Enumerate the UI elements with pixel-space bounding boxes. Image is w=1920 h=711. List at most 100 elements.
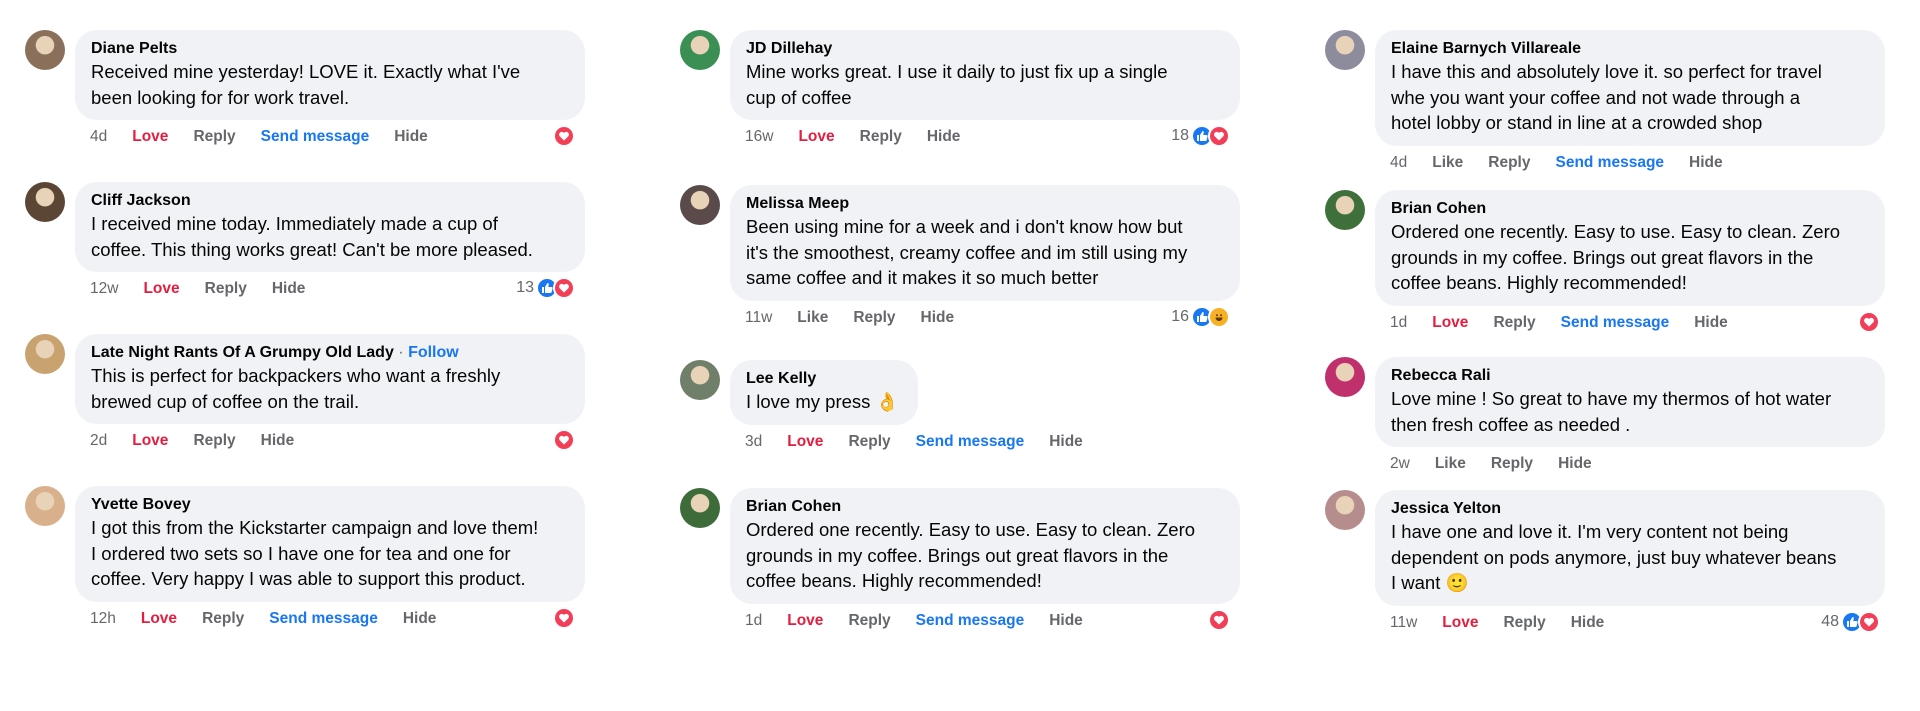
comment-timestamp[interactable]: 1d [745,612,762,630]
avatar[interactable] [680,185,720,225]
send-message-button[interactable]: Send message [269,610,378,628]
avatar[interactable] [25,182,65,222]
reply-button[interactable]: Reply [848,612,890,630]
hide-button[interactable]: Hide [1571,614,1605,632]
comment-text-line: grounds in my coffee. Brings out great f… [1391,246,1814,268]
love-reaction-button[interactable]: Love [798,128,834,146]
reply-button[interactable]: Reply [848,433,890,451]
send-message-button[interactable]: Send message [1555,154,1664,172]
comment-timestamp[interactable]: 11w [1390,614,1417,632]
author-name-link[interactable]: Elaine Barnych Villareale [1391,40,1581,57]
reaction-summary[interactable]: 18 [1171,125,1230,147]
reply-button[interactable]: Reply [1503,614,1545,632]
send-message-button[interactable]: Send message [1561,314,1670,332]
author-name-link[interactable]: Late Night Rants Of A Grumpy Old Lady [91,344,394,361]
author-name-link[interactable]: Melissa Meep [746,195,849,212]
author-name-link[interactable]: Rebecca Rali [1391,367,1491,384]
reply-button[interactable]: Reply [1493,314,1535,332]
send-message-button[interactable]: Send message [261,128,370,146]
author-name-link[interactable]: Lee Kelly [746,370,816,387]
send-message-button[interactable]: Send message [916,433,1025,451]
comment-text-line: brewed cup of coffee on the trail. [91,390,360,412]
hide-button[interactable]: Hide [927,128,961,146]
comment-timestamp[interactable]: 2d [90,432,107,450]
hide-button[interactable]: Hide [272,280,306,298]
comment-text-line: I received mine today. Immediately made … [91,213,498,234]
like-button[interactable]: Like [1435,455,1466,473]
love-reaction-button[interactable]: Love [143,280,179,298]
author-name-link[interactable]: Diane Pelts [91,40,177,57]
reaction-summary[interactable]: 16 [1171,305,1230,328]
reaction-summary[interactable] [553,606,575,629]
reply-button[interactable]: Reply [202,610,244,628]
hide-button[interactable]: Hide [1689,154,1723,172]
comment-timestamp[interactable]: 1d [1390,314,1407,332]
reply-button[interactable]: Reply [853,309,895,327]
avatar[interactable] [25,30,65,70]
like-button[interactable]: Like [1432,154,1463,172]
comment-timestamp[interactable]: 4d [90,128,107,146]
love-reaction-button[interactable]: Love [787,433,823,451]
avatar[interactable] [680,30,720,70]
like-button[interactable]: Like [797,309,828,327]
comment-timestamp[interactable]: 2w [1390,455,1410,473]
comment-author: Lee Kelly [746,369,902,389]
hide-button[interactable]: Hide [403,610,437,628]
love-reaction-button[interactable]: Love [141,610,177,628]
avatar[interactable] [680,360,720,400]
avatar[interactable] [680,488,720,528]
comment-timestamp[interactable]: 16w [745,128,773,146]
comment-text-line: I want 🙂 [1391,572,1469,593]
author-name-link[interactable]: Yvette Bovey [91,496,191,513]
comment-author: Rebecca Rali [1391,366,1869,386]
author-name-link[interactable]: Brian Cohen [746,498,841,515]
reaction-summary[interactable] [553,125,575,147]
reply-button[interactable]: Reply [1488,154,1530,172]
heart-reaction-icon [1858,610,1880,633]
reply-button[interactable]: Reply [1491,455,1533,473]
avatar[interactable] [25,334,65,374]
comment-text-line: coffee. This thing works great! Can't be… [91,238,533,260]
love-reaction-button[interactable]: Love [132,128,168,146]
author-name-link[interactable]: Brian Cohen [1391,200,1486,217]
reaction-summary[interactable] [553,429,575,451]
avatar[interactable] [1325,490,1365,530]
hide-button[interactable]: Hide [1049,433,1083,451]
reply-button[interactable]: Reply [193,128,235,146]
love-reaction-button[interactable]: Love [1442,614,1478,632]
hide-button[interactable]: Hide [1558,455,1592,473]
hide-button[interactable]: Hide [921,309,955,327]
hide-button[interactable]: Hide [394,128,428,146]
reaction-summary[interactable]: 48 [1821,610,1880,633]
love-reaction-button[interactable]: Love [787,612,823,630]
follow-button[interactable]: Follow [408,344,459,361]
hide-button[interactable]: Hide [1694,314,1728,332]
heart-reaction-icon [553,277,575,299]
love-reaction-button[interactable]: Love [132,432,168,450]
send-message-button[interactable]: Send message [916,612,1025,630]
reaction-summary[interactable] [1858,310,1880,333]
avatar[interactable] [25,486,65,526]
author-name-link[interactable]: Cliff Jackson [91,192,191,209]
reply-button[interactable]: Reply [860,128,902,146]
hide-button[interactable]: Hide [261,432,295,450]
reply-button[interactable]: Reply [205,280,247,298]
avatar[interactable] [1325,190,1365,230]
hide-button[interactable]: Hide [1049,612,1083,630]
comment-timestamp[interactable]: 11w [745,309,772,327]
comment-bubble: Brian Cohen Ordered one recently. Easy to… [730,488,1240,604]
love-reaction-button[interactable]: Love [1432,314,1468,332]
comment-timestamp[interactable]: 4d [1390,154,1407,172]
avatar[interactable] [1325,30,1365,70]
comment-author: Late Night Rants Of A Grumpy Old Lady · … [91,343,569,363]
author-name-link[interactable]: JD Dillehay [746,40,832,57]
reply-button[interactable]: Reply [193,432,235,450]
reaction-summary[interactable]: 13 [516,277,575,299]
comment-timestamp[interactable]: 12w [90,280,118,298]
comment-timestamp[interactable]: 12h [90,610,116,628]
avatar[interactable] [1325,357,1365,397]
comment-timestamp[interactable]: 3d [745,433,762,451]
author-name-link[interactable]: Jessica Yelton [1391,500,1501,517]
heart-reaction-icon [553,429,575,451]
reaction-summary[interactable] [1208,608,1230,631]
